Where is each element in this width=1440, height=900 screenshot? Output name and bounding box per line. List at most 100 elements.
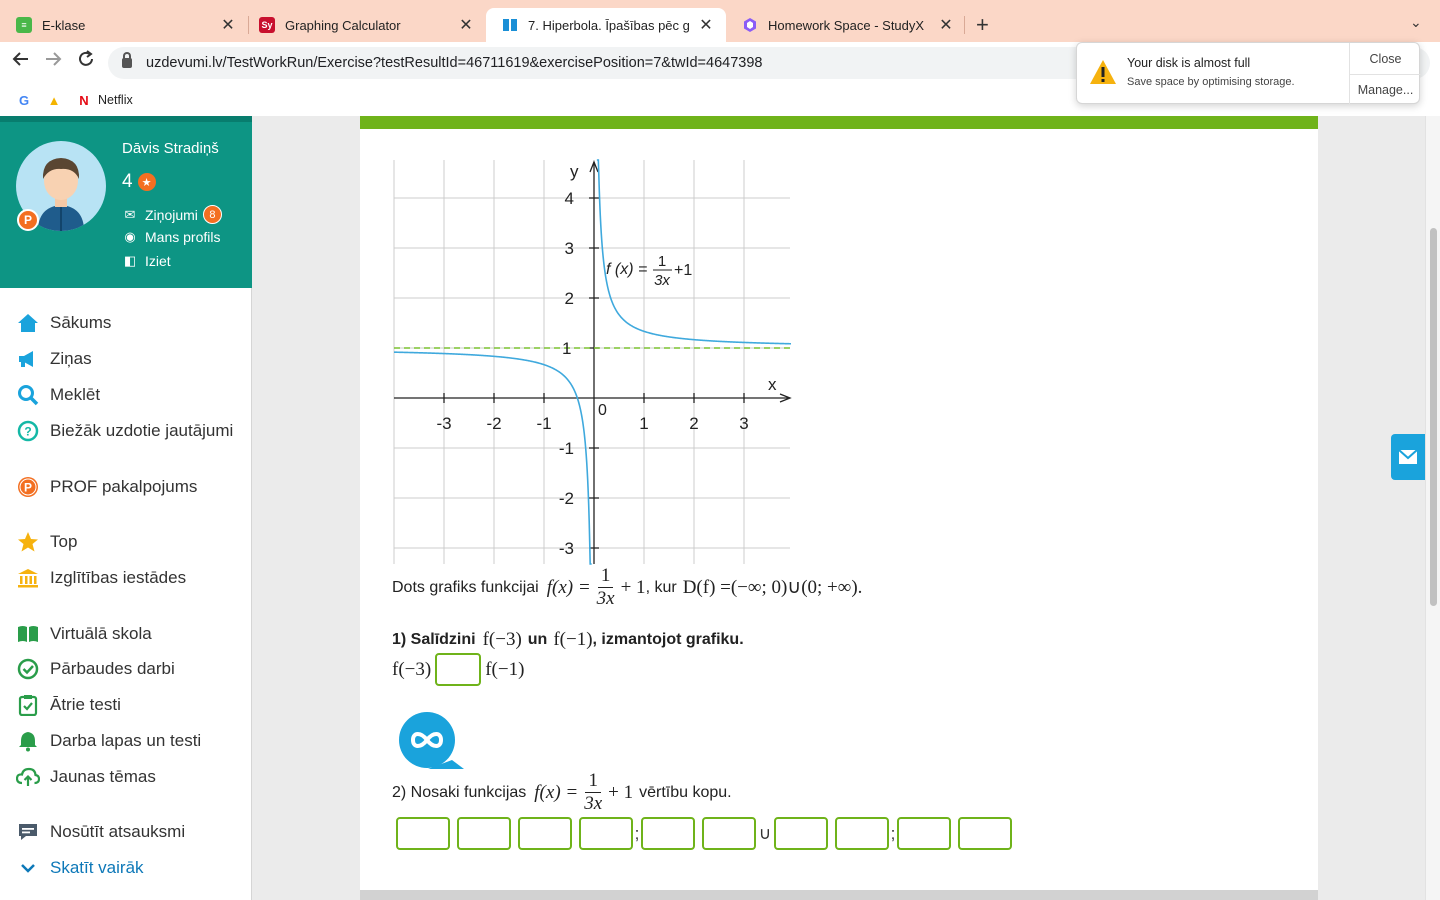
url-text[interactable]: uzdevumi.lv/TestWorkRun/Exercise?testRes… <box>146 55 762 71</box>
x-axis-name: x <box>768 375 777 394</box>
new-tab-button[interactable]: + <box>976 12 989 38</box>
separator-semicolon: ; <box>890 823 896 843</box>
y-axis-name: y <box>570 162 579 181</box>
close-notification-button[interactable]: Close <box>1350 43 1421 74</box>
eklase-favicon-icon: ≡ <box>16 17 32 33</box>
function-label-plus: +1 <box>674 262 692 279</box>
x-tick-label: 1 <box>639 414 648 433</box>
nav-tests[interactable]: Pārbaudes darbi <box>16 656 175 682</box>
close-tab-icon[interactable]: ✕ <box>698 15 714 35</box>
user-circle-icon: ◉ <box>124 229 136 244</box>
nav-feedback[interactable]: Nosūtīt atsauksmi <box>16 819 185 845</box>
google-icon: G <box>18 92 30 108</box>
range-input-2[interactable] <box>457 817 511 850</box>
feedback-icon <box>16 820 40 844</box>
reload-button[interactable] <box>73 50 99 74</box>
sidebar: P Dāvis Stradiņš 4 ★ ✉ Ziņojumi 8 ◉ Mans… <box>0 116 252 900</box>
tab-strip: ≡ E-klase ✕ Sy Graphing Calculator ✕ 7. … <box>0 0 1440 42</box>
y-tick-label: 3 <box>565 239 574 258</box>
comparison-input[interactable] <box>435 653 482 686</box>
bookmark-drive[interactable]: ▲ <box>46 93 62 108</box>
tab-separator <box>964 16 965 34</box>
question-2: 2) Nosaki funkcijas f(x) = 1 3x + 1 vērt… <box>392 770 732 814</box>
uzdevumi-favicon-icon <box>502 17 518 33</box>
panel-bottom-edge <box>360 890 1318 900</box>
origin-label: 0 <box>598 402 607 419</box>
range-input-4[interactable] <box>579 817 633 850</box>
notification-subtitle: Save space by optimising storage. <box>1127 76 1295 88</box>
nav-faq[interactable]: ? Biežāk uzdotie jautājumi <box>16 418 233 444</box>
user-name[interactable]: Dāvis Stradiņš <box>122 140 219 157</box>
forward-button[interactable] <box>40 50 66 74</box>
back-button[interactable] <box>8 50 34 74</box>
range-input-7[interactable] <box>774 817 828 850</box>
intro-fx: f(x) = <box>546 576 591 598</box>
nav-see-more[interactable]: Skatīt vairāk <box>16 855 144 881</box>
tab-hiperbola[interactable]: 7. Hiperbola. Īpašības pēc grafi ✕ <box>486 8 726 42</box>
y-tick-label: -1 <box>559 439 574 458</box>
domain-expression: D(f) =(−∞; 0)∪(0; +∞). <box>682 577 863 598</box>
x-tick-label: -2 <box>486 414 501 433</box>
profile-card: P Dāvis Stradiņš 4 ★ ✉ Ziņojumi 8 ◉ Mans… <box>0 116 252 288</box>
nav-sakums[interactable]: Sākums <box>16 310 111 336</box>
close-tab-icon[interactable]: ✕ <box>458 15 474 35</box>
range-input-8[interactable] <box>835 817 889 850</box>
close-tab-icon[interactable]: ✕ <box>938 15 954 35</box>
function-label: f (x) = 1 3x+1 <box>606 253 692 289</box>
feedback-mail-button[interactable] <box>1391 434 1425 480</box>
nav-new-topics[interactable]: Jaunas tēmas <box>16 764 156 790</box>
question-1: 1) Salīdzini f(−3) un f(−1) , izmantojot… <box>392 629 744 650</box>
range-input-1[interactable] <box>396 817 450 850</box>
tab-search-button[interactable]: ⌄ <box>1410 14 1422 31</box>
manage-storage-button[interactable]: Manage... <box>1350 74 1421 105</box>
my-profile-link[interactable]: ◉ Mans profils <box>122 229 220 245</box>
function-label-text: f (x) = <box>606 261 647 278</box>
range-input-10[interactable] <box>958 817 1012 850</box>
range-input-9[interactable] <box>897 817 951 850</box>
tab-graphing-calculator[interactable]: Sy Graphing Calculator ✕ <box>243 8 486 42</box>
megaphone-icon <box>16 347 40 371</box>
back-arrow-icon <box>12 52 28 66</box>
function-label-numerator: 1 <box>658 253 666 270</box>
nav-virtual-school[interactable]: Virtuālā skola <box>16 621 152 647</box>
nav-quick-tests[interactable]: Ātrie testi <box>16 692 121 718</box>
range-input-3[interactable] <box>518 817 572 850</box>
y-tick-label: 2 <box>565 289 574 308</box>
range-input-6[interactable] <box>702 817 756 850</box>
svg-text:?: ? <box>24 425 31 439</box>
nav-zinas[interactable]: Ziņas <box>16 346 92 372</box>
question-icon: ? <box>16 419 40 443</box>
progress-header-bar <box>360 116 1318 129</box>
clipboard-icon <box>16 693 40 717</box>
nav-meklet[interactable]: Meklēt <box>16 382 100 408</box>
page-scrollbar[interactable] <box>1425 116 1440 900</box>
y-tick-label: 4 <box>565 189 574 208</box>
bookmark-netflix[interactable]: N Netflix <box>76 93 132 108</box>
institution-icon <box>16 566 40 590</box>
user-points: 4 ★ <box>122 171 156 193</box>
star-badge-icon: ★ <box>137 173 156 191</box>
nav-worksheets[interactable]: Darba lapas un testi <box>16 728 201 754</box>
svg-text:P: P <box>24 481 32 495</box>
scrollbar-thumb[interactable] <box>1430 228 1437 606</box>
x-tick-label: 3 <box>739 414 748 433</box>
cloud-upload-icon <box>16 765 40 789</box>
range-answer-row: ; ∪ ; <box>396 817 1012 850</box>
nav-prof[interactable]: P PROF pakalpojums <box>16 474 197 500</box>
range-input-5[interactable] <box>641 817 695 850</box>
bookmark-google[interactable]: G <box>16 93 32 108</box>
studyx-favicon-icon <box>742 17 758 33</box>
function-label-denominator: 3x <box>654 272 670 289</box>
check-circle-icon <box>16 657 40 681</box>
close-tab-icon[interactable]: ✕ <box>220 15 236 35</box>
tab-studyx[interactable]: Homework Space - StudyX ✕ <box>726 8 966 42</box>
bell-icon <box>16 729 40 753</box>
logout-link[interactable]: ◧ Iziet <box>122 253 171 269</box>
chevron-down-icon <box>16 856 40 880</box>
messages-link[interactable]: ✉ Ziņojumi 8 <box>122 205 222 224</box>
home-icon <box>16 311 40 335</box>
infinity-symbol-button[interactable] <box>394 712 466 772</box>
tab-eklase[interactable]: ≡ E-klase ✕ <box>0 8 248 42</box>
nav-top[interactable]: Top <box>16 529 77 555</box>
nav-institutions[interactable]: Izglītības iestādes <box>16 565 186 591</box>
